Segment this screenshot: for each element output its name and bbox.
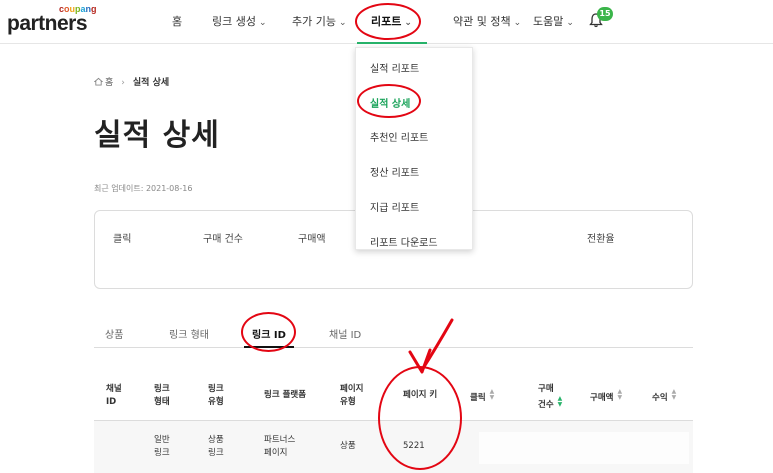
col-page-type: 페이지유형	[340, 383, 363, 409]
summary-purchases-label: 구매 건수	[203, 234, 243, 245]
sort-icon[interactable]: ▲ ▼	[672, 389, 677, 401]
notification-count-badge: 15	[597, 7, 613, 21]
cell-platform-l1: 파트너스	[264, 435, 296, 445]
tab-link-form[interactable]: 링크 형태	[169, 326, 209, 341]
nav-active-indicator	[357, 42, 427, 44]
sort-icon[interactable]: ▲ ▼	[617, 389, 622, 401]
cell-page-type: 상품	[340, 441, 356, 451]
chevron-down-icon: ⌄	[258, 18, 267, 28]
col-page-type-l2: 유형	[340, 397, 356, 407]
cell-link-type: 상품링크	[208, 434, 224, 460]
nav-link-create-label: 링크 생성	[212, 15, 256, 28]
col-click[interactable]: 클릭 ▲ ▼	[470, 389, 494, 405]
logo-product-text: partners	[7, 12, 88, 35]
cell-link-type-l1: 상품	[208, 435, 224, 445]
col-amount-label: 구매액	[590, 393, 614, 403]
menu-item-report-download[interactable]: 리포트 다운로드	[370, 234, 438, 249]
tab-product[interactable]: 상품	[105, 326, 123, 341]
col-purchases[interactable]: 구매건수 ▲ ▼	[538, 383, 562, 412]
col-revenue-label: 수익	[652, 393, 668, 403]
nav-help[interactable]: 도움말 ⌄	[533, 13, 574, 29]
col-page-type-l1: 페이지	[340, 384, 364, 394]
report-dropdown-menu: 실적 리포트 실적 상세 추천인 리포트 정산 리포트 지급 리포트 리포트 다…	[355, 47, 473, 250]
col-link-type-l1: 링크	[208, 384, 224, 394]
annotation-circle-link-id	[241, 312, 296, 352]
nav-home-label: 홈	[172, 15, 183, 28]
chevron-down-icon: ⌄	[513, 18, 522, 28]
col-link-type: 링크유형	[208, 383, 224, 409]
col-click-label: 클릭	[470, 393, 486, 403]
last-updated-text: 최근 업데이트: 2021-08-16	[94, 184, 193, 193]
menu-item-performance-report[interactable]: 실적 리포트	[370, 60, 419, 75]
breadcrumb: 홈 › 실적 상세	[94, 75, 169, 88]
col-link-form: 링크형태	[154, 383, 170, 409]
blurred-values	[479, 432, 689, 464]
menu-item-referral-report[interactable]: 추천인 리포트	[370, 129, 428, 144]
sort-icon[interactable]: ▲ ▼	[490, 389, 495, 401]
nav-link-create[interactable]: 링크 생성 ⌄	[212, 13, 267, 29]
col-channel-id: 채널 ID	[106, 383, 122, 409]
menu-item-payment-report[interactable]: 지급 리포트	[370, 199, 419, 214]
nav-extra-label: 추가 기능	[292, 15, 336, 28]
cell-link-form-l1: 일반	[154, 435, 170, 445]
col-purchases-l1: 구매	[538, 384, 554, 394]
annotation-circle-report	[355, 3, 421, 40]
nav-extra[interactable]: 추가 기능 ⌄	[292, 13, 347, 29]
cell-link-form-l2: 링크	[154, 448, 170, 458]
col-purchases-l2: 건수	[538, 400, 554, 410]
cell-link-type-l2: 링크	[208, 448, 224, 458]
col-platform: 링크 플랫폼	[264, 390, 307, 400]
cell-platform-l2: 페이지	[264, 448, 288, 458]
col-amount[interactable]: 구매액▲ ▼	[590, 389, 622, 405]
col-channel-id-l1: 채널	[106, 384, 122, 394]
breadcrumb-separator-icon: ›	[121, 78, 125, 88]
summary-click-label: 클릭	[113, 234, 132, 245]
nav-terms-label: 약관 및 정책	[453, 15, 511, 28]
home-icon[interactable]	[94, 77, 103, 86]
nav-terms[interactable]: 약관 및 정책 ⌄	[453, 13, 521, 29]
logo-letter: g	[91, 4, 97, 14]
cell-platform: 파트너스페이지	[264, 434, 295, 460]
breadcrumb-home[interactable]: 홈	[105, 78, 113, 88]
page-title: 실적 상세	[94, 118, 220, 153]
summary-amount-label: 구매액	[298, 234, 326, 245]
nav-help-label: 도움말	[533, 15, 564, 28]
cell-link-form: 일반링크	[154, 434, 170, 460]
col-link-type-l2: 유형	[208, 397, 224, 407]
nav-home[interactable]: 홈	[172, 13, 182, 29]
annotation-circle-page-key	[378, 366, 462, 470]
chevron-down-icon: ⌄	[338, 18, 347, 28]
annotation-circle-detail	[357, 84, 421, 118]
annotation-arrow-icon	[408, 318, 454, 374]
summary-conversion-label: 전환율	[587, 234, 615, 245]
tab-channel-id[interactable]: 채널 ID	[329, 326, 361, 341]
col-revenue[interactable]: 수익 ▲ ▼	[652, 389, 676, 405]
chevron-down-icon: ⌄	[566, 18, 574, 28]
col-link-form-l2: 형태	[154, 397, 170, 407]
col-channel-id-l2: ID	[106, 397, 117, 407]
menu-item-settlement-report[interactable]: 정산 리포트	[370, 164, 419, 179]
col-link-form-l1: 링크	[154, 384, 170, 394]
sort-icon[interactable]: ▲ ▼	[558, 396, 563, 408]
breadcrumb-current: 실적 상세	[132, 78, 170, 88]
